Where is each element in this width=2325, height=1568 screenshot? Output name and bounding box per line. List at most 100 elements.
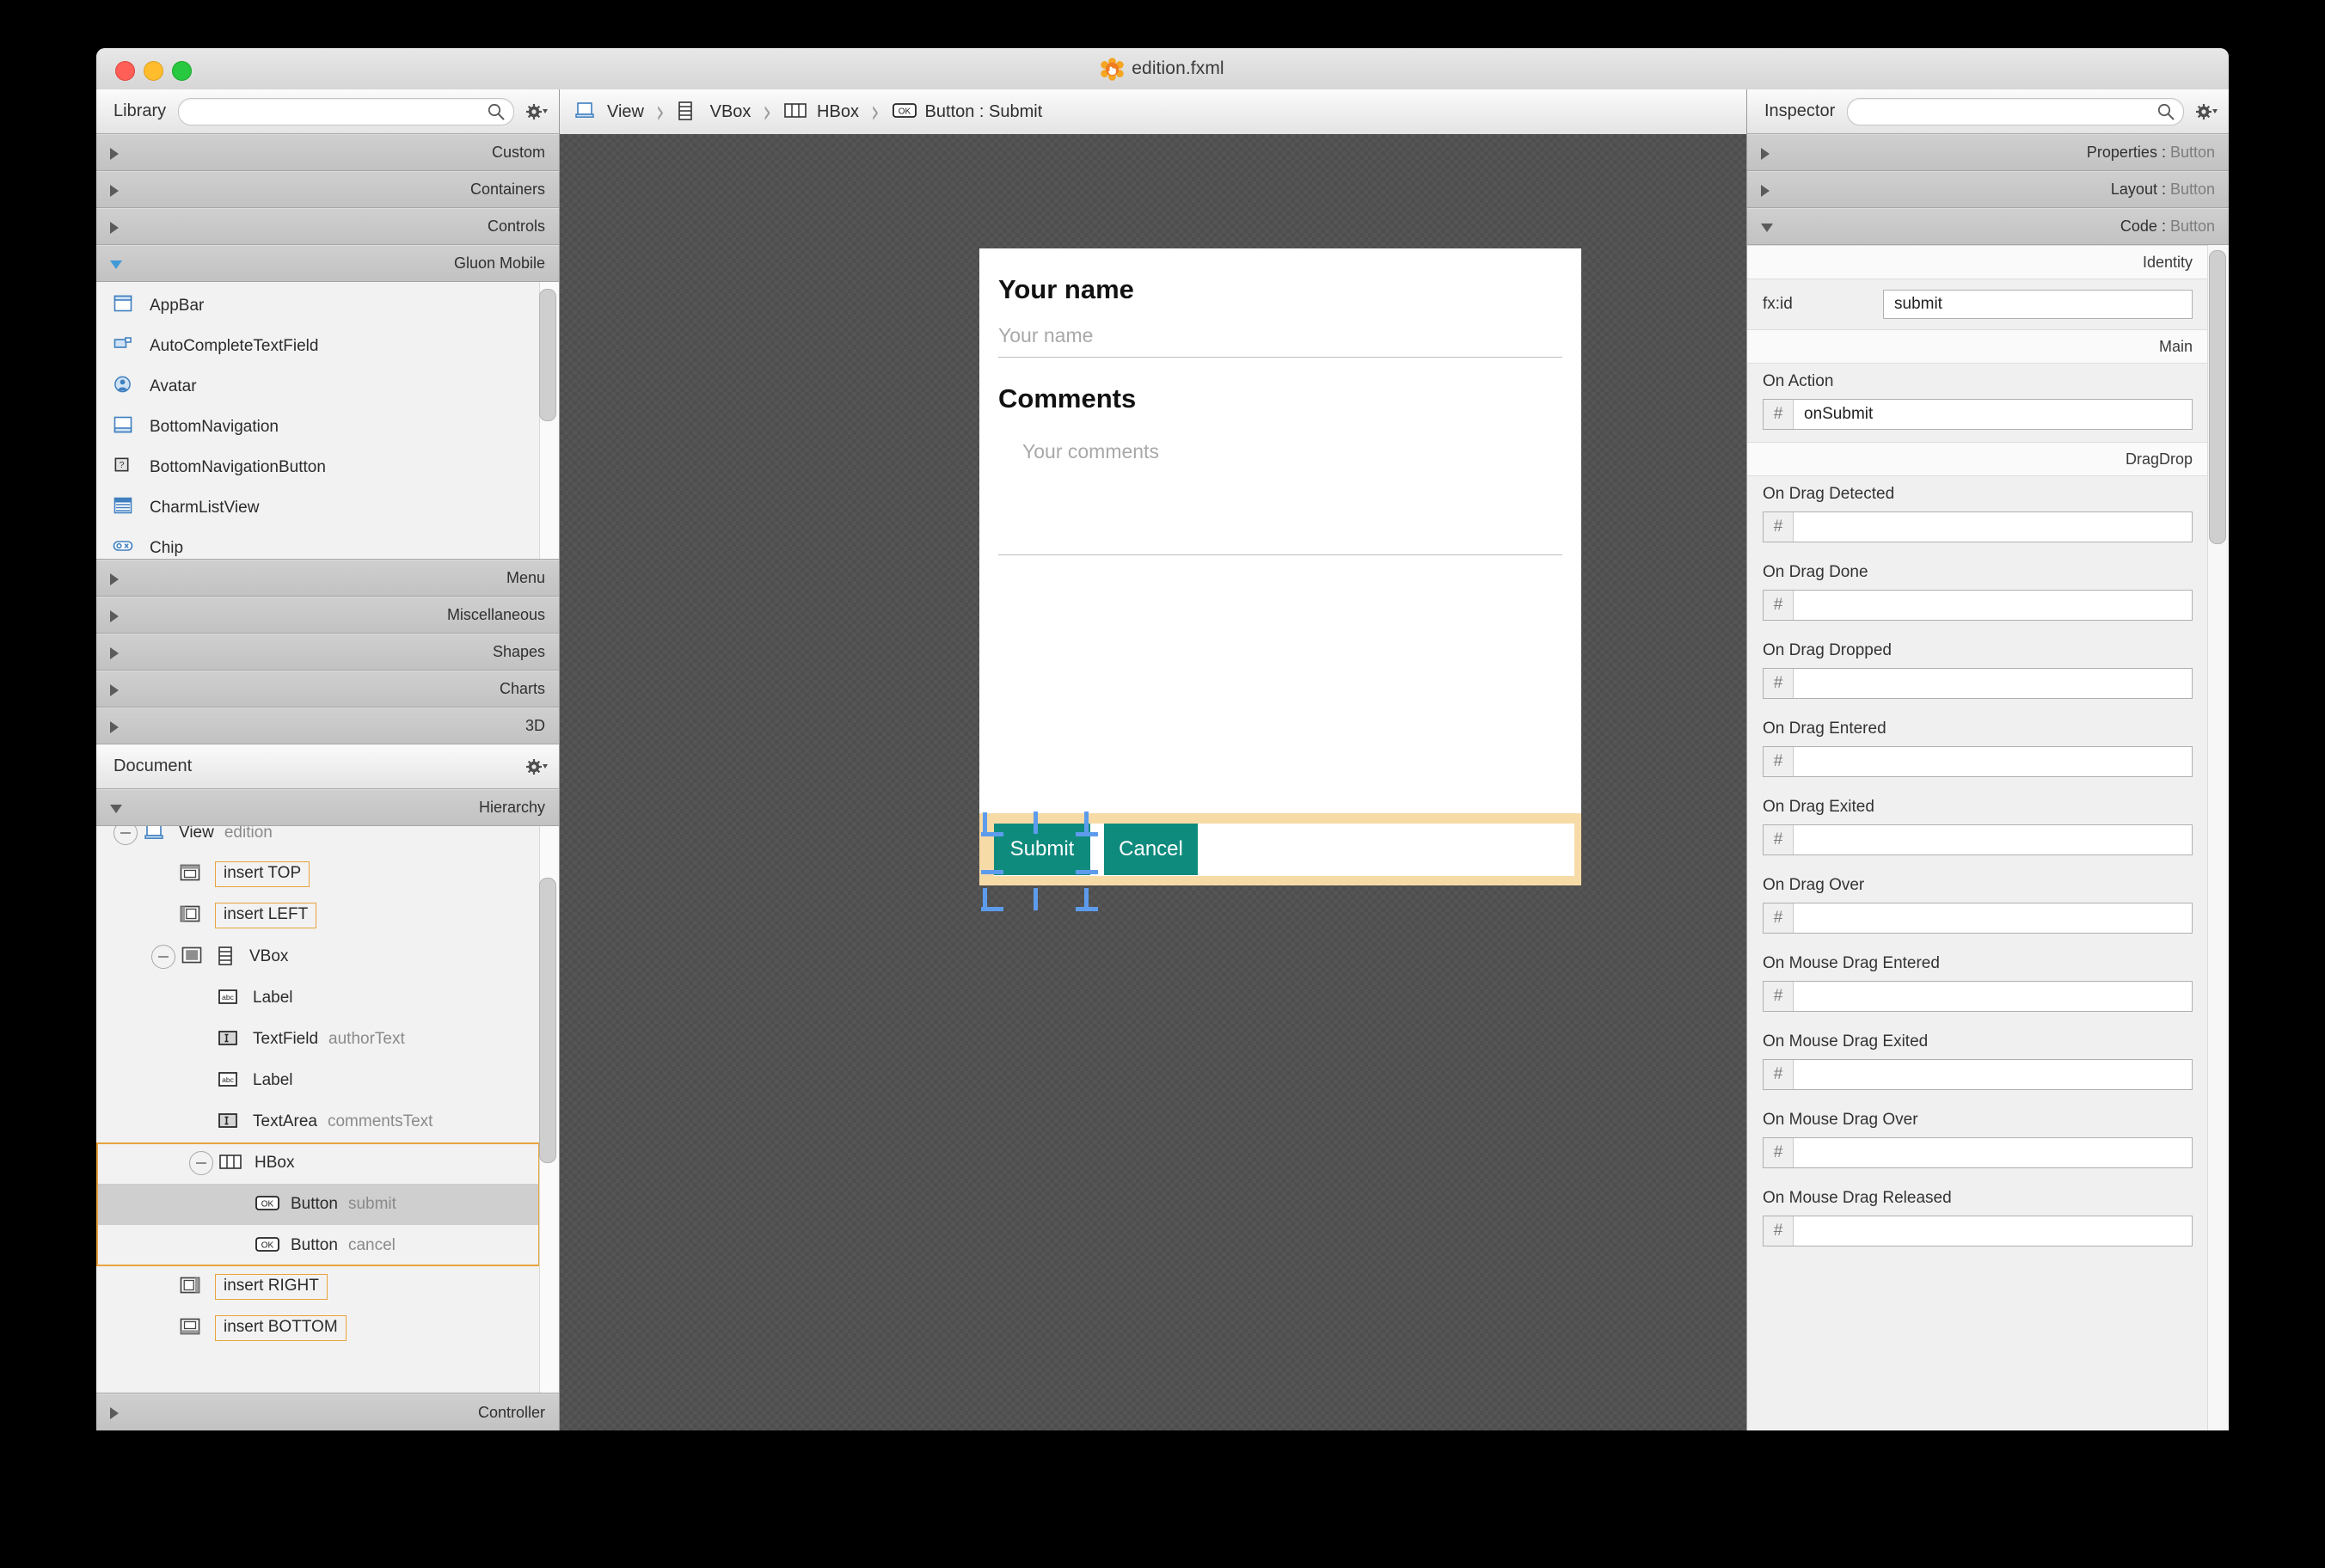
event-handler-input[interactable]: # — [1763, 746, 2193, 777]
hierarchy-expand-toggle[interactable] — [110, 790, 122, 827]
event-handler-input[interactable]: # — [1763, 1216, 2193, 1246]
selection-handle-right-top[interactable] — [1076, 832, 1098, 836]
library-item[interactable]: ? BottomNavigationButton — [96, 447, 540, 487]
library-section-miscellaneous[interactable]: Miscellaneous — [96, 597, 559, 634]
hierarchy-row[interactable]: VBox — [96, 936, 540, 977]
design-canvas[interactable]: Your name Your name Comments Your commen… — [560, 134, 1746, 1430]
library-scrollbar-thumb[interactable] — [539, 289, 556, 421]
hierarchy-row[interactable]: OK Button submit — [96, 1184, 540, 1225]
inspector-section-layout-toggle[interactable] — [1761, 172, 1770, 209]
library-scrollbar-track[interactable] — [539, 282, 559, 559]
hierarchy-collapse-toggle[interactable] — [151, 945, 175, 969]
fxid-input[interactable]: submit — [1883, 290, 2193, 319]
library-section-shapes-toggle[interactable] — [110, 634, 119, 671]
hierarchy-row[interactable]: insert RIGHT — [96, 1266, 540, 1308]
library-item[interactable]: BottomNavigation — [96, 407, 540, 447]
inspector-search-input[interactable] — [1847, 97, 2184, 126]
selection-handle-bl-v[interactable] — [983, 888, 987, 910]
hierarchy-collapse-toggle[interactable] — [189, 1151, 213, 1175]
selection-handle-top-mid[interactable] — [1034, 812, 1038, 834]
library-section-3d-toggle[interactable] — [110, 708, 119, 745]
hierarchy-insert-placeholder[interactable]: insert RIGHT — [215, 1274, 328, 1300]
event-handler-input[interactable]: # — [1763, 903, 2193, 934]
event-handler-value[interactable] — [1794, 747, 2192, 776]
hierarchy-insert-placeholder[interactable]: insert LEFT — [215, 903, 317, 928]
library-section-menu-toggle[interactable] — [110, 560, 119, 597]
library-item[interactable]: CharmListView — [96, 487, 540, 528]
hierarchy-row[interactable]: TextArea commentsText — [96, 1101, 540, 1142]
library-section-miscellaneous-toggle[interactable] — [110, 597, 119, 634]
library-section-charts[interactable]: Charts — [96, 671, 559, 707]
inspector-scrollbar-track[interactable] — [2207, 245, 2229, 1430]
preview-comments-textarea[interactable]: Your comments — [1022, 440, 1562, 463]
library-search-input[interactable] — [178, 97, 514, 126]
hierarchy-row[interactable]: OK Button cancel — [96, 1225, 540, 1266]
library-settings-button[interactable] — [526, 101, 549, 123]
hierarchy-row[interactable]: insert BOTTOM — [96, 1308, 540, 1349]
breadcrumb-item[interactable]: VBox — [677, 101, 751, 123]
hierarchy-row[interactable]: TextField authorText — [96, 1019, 540, 1060]
selection-handle-bottom-mid[interactable] — [1034, 888, 1038, 910]
controller-expand-toggle[interactable] — [110, 1394, 119, 1430]
breadcrumb-item[interactable]: HBox — [783, 101, 859, 123]
breadcrumb-item[interactable]: OK Button : Submit — [892, 101, 1042, 123]
hierarchy-scrollbar-thumb[interactable] — [539, 878, 556, 1163]
library-item[interactable]: AppBar — [96, 285, 540, 326]
event-handler-value[interactable] — [1794, 591, 2192, 620]
event-handler-input[interactable]: # — [1763, 511, 2193, 542]
hierarchy-collapse-toggle[interactable] — [113, 826, 138, 845]
hierarchy-insert-placeholder[interactable]: insert TOP — [215, 861, 310, 887]
hierarchy-row[interactable]: insert TOP — [96, 854, 540, 895]
hierarchy-row[interactable]: abc Label — [96, 1060, 540, 1101]
library-section-controls-toggle[interactable] — [110, 209, 119, 246]
event-handler-input[interactable]: # — [1763, 590, 2193, 621]
event-handler-input[interactable]: # — [1763, 824, 2193, 855]
library-section-custom-toggle[interactable] — [110, 135, 119, 172]
hierarchy-row[interactable]: abc Label — [96, 977, 540, 1019]
hierarchy-row[interactable]: insert LEFT — [96, 895, 540, 936]
event-handler-input[interactable]: # onSubmit — [1763, 399, 2193, 430]
inspector-scrollbar-thumb[interactable] — [2209, 250, 2226, 544]
event-handler-input[interactable]: # — [1763, 1137, 2193, 1168]
breadcrumb-item[interactable]: View — [574, 101, 644, 123]
preview-cancel-button[interactable]: Cancel — [1104, 824, 1198, 875]
library-section-menu[interactable]: Menu — [96, 560, 559, 597]
inspector-section-code-toggle[interactable] — [1761, 209, 1773, 246]
library-section-gluon-mobile-toggle[interactable] — [110, 246, 122, 283]
inspector-section-properties[interactable]: Properties : Button — [1747, 134, 2229, 171]
library-section-custom[interactable]: Custom — [96, 134, 559, 171]
hierarchy-scrollbar-track[interactable] — [539, 826, 559, 1393]
controller-section-header[interactable]: Controller — [96, 1393, 559, 1430]
selection-handle-left-top[interactable] — [981, 832, 1003, 836]
event-handler-value[interactable] — [1794, 982, 2192, 1011]
hierarchy-row[interactable]: View edition — [96, 826, 540, 854]
inspector-settings-button[interactable] — [2196, 101, 2218, 123]
library-item-list[interactable]: AppBar AutoCompleteTextField Avatar BottomN… — [96, 282, 559, 560]
event-handler-input[interactable]: # — [1763, 668, 2193, 699]
inspector-code-panel[interactable]: Identity fx:id submit Main On Action # onSubmi… — [1747, 245, 2229, 1430]
library-section-containers[interactable]: Containers — [96, 171, 559, 208]
library-section-gluon-mobile[interactable]: Gluon Mobile — [96, 245, 559, 282]
hierarchy-insert-placeholder[interactable]: insert BOTTOM — [215, 1315, 347, 1341]
selection-handle-right-mid[interactable] — [1076, 870, 1098, 874]
library-section-shapes[interactable]: Shapes — [96, 634, 559, 671]
inspector-section-code[interactable]: Code : Button — [1747, 208, 2229, 245]
inspector-section-layout[interactable]: Layout : Button — [1747, 171, 2229, 208]
library-section-3d[interactable]: 3D — [96, 707, 559, 744]
selection-handle-left-mid[interactable] — [981, 870, 1003, 874]
library-item[interactable]: Avatar — [96, 366, 540, 407]
event-handler-value[interactable] — [1794, 1216, 2192, 1246]
event-handler-value[interactable] — [1794, 1060, 2192, 1089]
library-item[interactable]: Chip — [96, 528, 540, 559]
hierarchy-section-header[interactable]: Hierarchy — [96, 789, 559, 826]
hierarchy-tree[interactable]: View edition insert TOP insert LEFT VBox abc L… — [96, 826, 559, 1393]
library-item[interactable]: AutoCompleteTextField — [96, 326, 540, 366]
library-section-charts-toggle[interactable] — [110, 671, 119, 708]
selection-handle-tr-v[interactable] — [1084, 812, 1089, 834]
preview-submit-button[interactable]: Submit — [994, 824, 1090, 875]
event-handler-value[interactable]: onSubmit — [1794, 400, 2192, 429]
event-handler-value[interactable] — [1794, 1138, 2192, 1167]
event-handler-value[interactable] — [1794, 669, 2192, 698]
event-handler-value[interactable] — [1794, 512, 2192, 542]
event-handler-input[interactable]: # — [1763, 1059, 2193, 1090]
